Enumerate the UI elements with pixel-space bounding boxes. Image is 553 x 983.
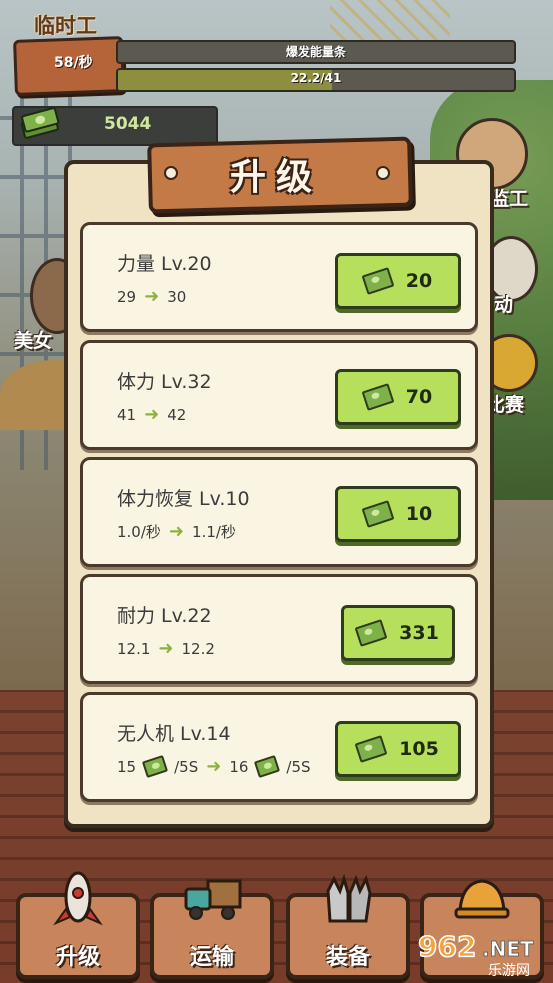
site-watermark-logo: 962 .NET 乐游网: [417, 929, 534, 978]
buy-price: 10: [405, 503, 433, 525]
upgrade-stat: 12.1 ➜ 12.2: [117, 638, 215, 659]
cash-icon: [361, 500, 395, 528]
stat-from: 29: [117, 287, 137, 306]
upgrade-card-strength: 力量 Lv.20 29 ➜ 30 20: [80, 222, 478, 332]
stat-from: 1.0/秒: [117, 523, 161, 541]
arrow-right-icon: ➜: [206, 756, 222, 777]
nav-upgrade-button[interactable]: 升级: [16, 871, 140, 979]
cash-icon: [142, 755, 169, 778]
stat-to: 1.1/秒: [192, 523, 236, 541]
upgrade-card-drone: 无人机 Lv.14 15 /5S ➜ 16 /5S 105: [80, 692, 478, 802]
dialog-title: 升级: [229, 157, 322, 198]
cash-icon: [361, 267, 395, 295]
buy-price: 20: [405, 270, 433, 292]
nav-transport-label: 运输: [189, 945, 234, 970]
upgrade-stat: 29 ➜ 30: [117, 286, 186, 307]
gloves-icon: [326, 873, 372, 923]
upgrade-stat: 1.0/秒 ➜ 1.1/秒: [117, 521, 236, 542]
rocket-icon: [53, 871, 103, 926]
buy-button[interactable]: 331: [341, 605, 455, 661]
nav-transport-button[interactable]: 运输: [150, 879, 274, 979]
burst-energy-bar: 爆发能量条: [116, 40, 516, 64]
stat-from: 15: [117, 757, 137, 776]
stamina-bar: 22.2/41: [116, 68, 516, 92]
upgrade-stat: 41 ➜ 42: [117, 404, 186, 425]
svg-text:962: 962: [418, 930, 476, 963]
cash-icon: [361, 383, 395, 411]
buy-price: 70: [405, 386, 433, 408]
cash-icon: [254, 755, 281, 778]
player-title: 临时工: [34, 14, 97, 38]
upgrade-name: 体力恢复 Lv.10: [117, 488, 250, 510]
arrow-right-icon: ➜: [168, 521, 185, 542]
stat-from: 41: [117, 405, 137, 424]
buy-price: 331: [399, 622, 439, 644]
nav-equip-button[interactable]: 装备: [286, 873, 410, 979]
upgrade-name: 无人机 Lv.14: [117, 723, 231, 745]
stat-from-unit: /5S: [174, 757, 199, 776]
upgrade-card-stamina: 体力 Lv.32 41 ➜ 42 70: [80, 340, 478, 450]
buy-button[interactable]: 70: [335, 369, 461, 425]
stamina-label: 22.2/41: [290, 71, 342, 85]
buy-price: 105: [399, 738, 439, 760]
upgrade-name: 耐力 Lv.22: [117, 605, 212, 627]
svg-text:.NET: .NET: [482, 937, 534, 961]
arrow-right-icon: ➜: [158, 638, 174, 659]
upgrade-card-recovery: 体力恢复 Lv.10 1.0/秒 ➜ 1.1/秒 10: [80, 457, 478, 567]
hardhat-icon: [454, 879, 510, 919]
arrow-right-icon: ➜: [144, 286, 160, 307]
activity-label[interactable]: 动: [494, 290, 513, 317]
upgrade-card-endurance: 耐力 Lv.22 12.1 ➜ 12.2 331: [80, 574, 478, 684]
nav-equip-label: 装备: [325, 945, 370, 970]
stat-to: 42: [167, 405, 187, 424]
money-amount: 5044: [104, 114, 152, 134]
stat-to-unit: /5S: [286, 757, 311, 776]
nav-upgrade-label: 升级: [55, 945, 100, 970]
upgrade-stat: 15 /5S ➜ 16 /5S: [117, 755, 311, 778]
truck-icon: [184, 879, 242, 920]
stat-from: 12.1: [117, 639, 151, 658]
stat-to: 12.2: [181, 639, 215, 658]
stat-to: 30: [167, 287, 187, 306]
cash-icon: [354, 619, 388, 647]
upgrade-name: 力量 Lv.20: [117, 253, 212, 275]
buy-button[interactable]: 20: [335, 253, 461, 309]
svg-text:乐游网: 乐游网: [488, 963, 530, 978]
money-stack-icon: [20, 107, 60, 139]
stat-to: 16: [229, 757, 249, 776]
boss-label[interactable]: 监工: [490, 184, 528, 211]
earn-rate: 58/秒: [54, 55, 93, 71]
upgrade-name: 体力 Lv.32: [117, 371, 212, 393]
beauty-label[interactable]: 美女: [14, 326, 52, 353]
buy-button[interactable]: 105: [335, 721, 461, 777]
arrow-right-icon: ➜: [144, 404, 160, 425]
burst-energy-label: 爆发能量条: [285, 45, 346, 59]
buy-button[interactable]: 10: [335, 486, 461, 542]
cash-icon: [354, 735, 388, 763]
